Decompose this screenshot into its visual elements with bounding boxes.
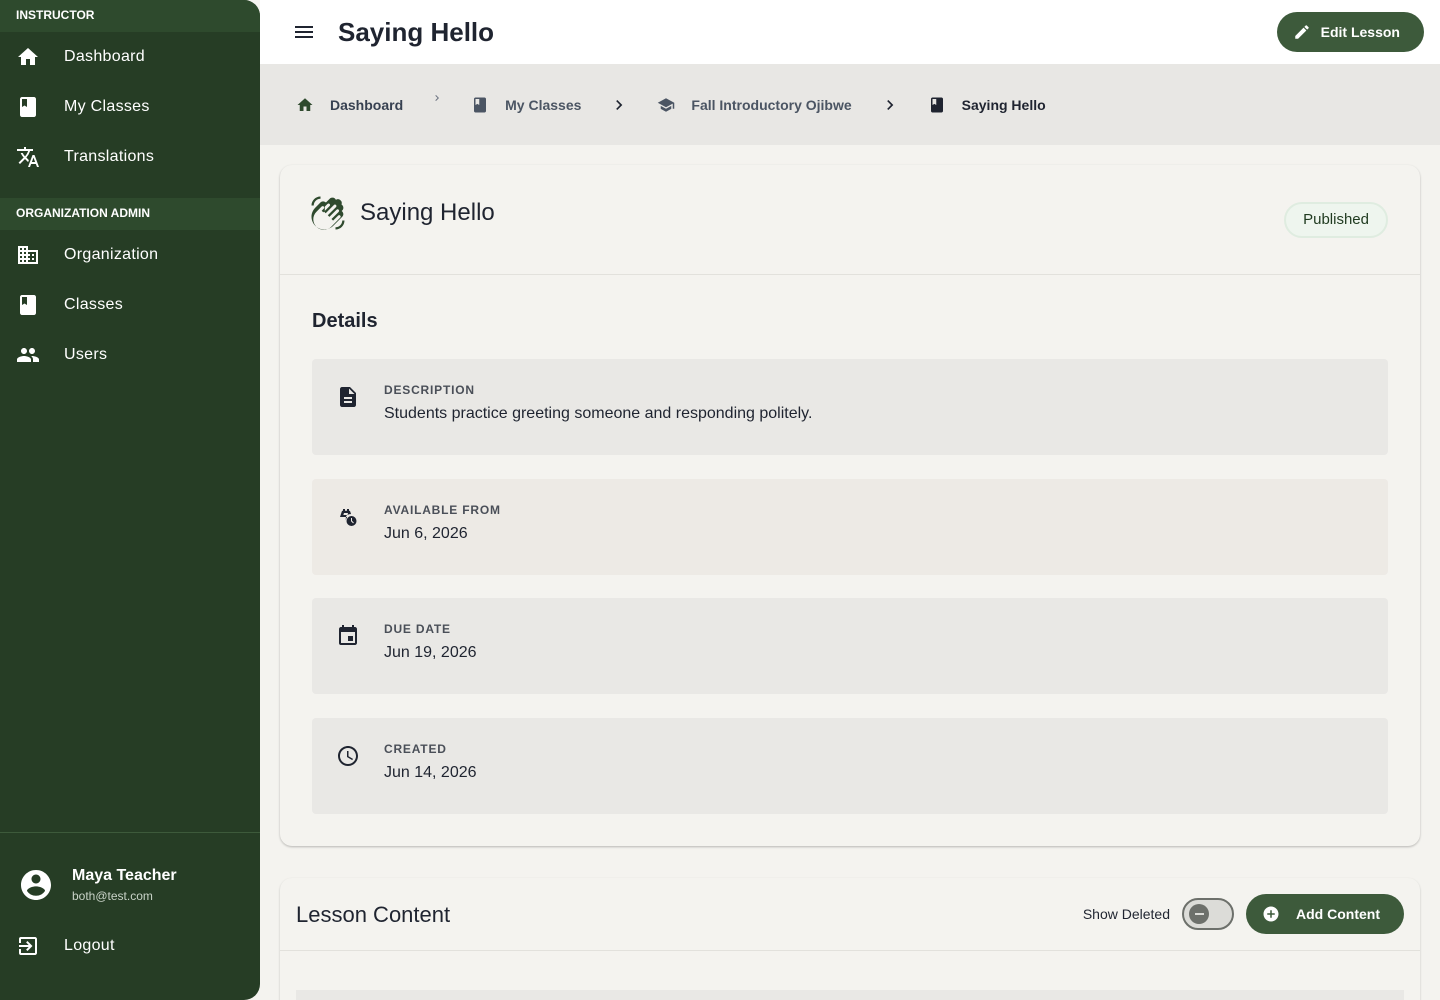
top-bar: Saying Hello Edit Lesson	[260, 0, 1440, 64]
translate-icon	[16, 145, 40, 169]
breadcrumb: Dashboard My Classes Fall Introductory O…	[260, 64, 1440, 145]
section-header-instructor: INSTRUCTOR	[0, 0, 260, 32]
detail-value: Jun 19, 2026	[384, 644, 477, 661]
breadcrumb-label: Dashboard	[330, 96, 404, 113]
lesson-card-header: Saying Hello Published	[280, 165, 1420, 275]
schedule-bag-icon	[336, 505, 360, 529]
book-icon	[16, 293, 40, 317]
detail-value: Jun 14, 2026	[384, 764, 477, 781]
edit-lesson-button[interactable]: Edit Lesson	[1276, 12, 1424, 52]
lesson-content-header: Lesson Content Show Deleted Add Content	[280, 878, 1420, 951]
lesson-title: Saying Hello	[360, 199, 495, 226]
lesson-content-list	[296, 990, 1404, 1000]
details-heading: Details	[312, 310, 378, 332]
book-icon	[928, 96, 946, 114]
breadcrumb-my-classes[interactable]: My Classes	[471, 96, 581, 114]
sidebar-item-my-classes[interactable]: My Classes	[0, 82, 260, 132]
lesson-content-title: Lesson Content	[296, 902, 451, 927]
detail-label: AVAILABLE FROM	[384, 503, 501, 517]
add-content-label: Add Content	[1296, 906, 1380, 922]
book-icon	[16, 95, 40, 119]
user-name: Maya Teacher	[72, 867, 177, 884]
logout-button[interactable]: Logout	[0, 921, 260, 971]
logout-label: Logout	[64, 937, 115, 954]
sidebar-item-label: Classes	[64, 296, 124, 313]
waving-hand-icon	[310, 195, 346, 236]
add-circle-icon	[1262, 905, 1280, 923]
detail-label: DESCRIPTION	[384, 383, 475, 397]
sidebar-footer: Maya Teacher both@test.com Logout	[0, 832, 260, 1000]
sidebar: INSTRUCTOR Dashboard My Classes Translat…	[0, 0, 260, 1000]
detail-value: Students practice greeting someone and r…	[384, 405, 813, 422]
show-deleted-toggle[interactable]	[1182, 898, 1234, 930]
sidebar-item-translations[interactable]: Translations	[0, 132, 260, 182]
sidebar-item-label: Users	[64, 346, 108, 363]
sidebar-item-dashboard[interactable]: Dashboard	[0, 32, 260, 82]
user-profile[interactable]: Maya Teacher both@test.com	[0, 833, 260, 903]
home-icon	[296, 96, 314, 114]
breadcrumb-current: Saying Hello	[928, 96, 1046, 114]
user-email: both@test.com	[72, 889, 153, 903]
school-icon	[657, 96, 675, 114]
detail-created: CREATED Jun 14, 2026	[312, 718, 1388, 814]
add-content-button[interactable]: Add Content	[1246, 894, 1404, 934]
account-circle-icon	[18, 867, 54, 903]
chevron-right-icon	[431, 92, 443, 104]
building-icon	[16, 243, 40, 267]
lesson-card: Saying Hello Published Details DESCRIPTI…	[280, 165, 1420, 846]
breadcrumb-dashboard[interactable]: Dashboard	[296, 96, 403, 114]
sidebar-item-label: Translations	[64, 148, 155, 165]
detail-description: DESCRIPTION Students practice greeting s…	[312, 359, 1388, 455]
breadcrumb-class[interactable]: Fall Introductory Ojibwe	[657, 96, 852, 114]
show-deleted-label: Show Deleted	[1082, 906, 1170, 922]
edit-lesson-label: Edit Lesson	[1320, 24, 1400, 40]
chevron-right-icon	[880, 95, 900, 115]
sidebar-item-label: My Classes	[64, 98, 150, 115]
book-icon	[471, 96, 489, 114]
menu-icon[interactable]	[292, 20, 316, 44]
detail-due-date: DUE DATE Jun 19, 2026	[312, 598, 1388, 694]
clock-icon	[336, 744, 360, 768]
sidebar-item-organization[interactable]: Organization	[0, 230, 260, 280]
section-header-organization-admin: ORGANIZATION ADMIN	[0, 198, 260, 230]
breadcrumb-label: Fall Introductory Ojibwe	[691, 96, 852, 113]
sidebar-item-label: Organization	[64, 246, 159, 263]
home-icon	[16, 45, 40, 69]
page-title: Saying Hello	[338, 16, 495, 47]
detail-available-from: AVAILABLE FROM Jun 6, 2026	[312, 479, 1388, 575]
calendar-icon	[336, 624, 360, 648]
pencil-icon	[1293, 23, 1311, 41]
detail-label: CREATED	[384, 742, 447, 756]
people-icon	[16, 343, 40, 367]
sidebar-item-users[interactable]: Users	[0, 330, 260, 380]
breadcrumb-label: Saying Hello	[961, 96, 1046, 113]
sidebar-item-label: Dashboard	[64, 48, 145, 65]
breadcrumb-label: My Classes	[505, 96, 582, 113]
logout-icon	[16, 934, 40, 958]
sidebar-item-classes[interactable]: Classes	[0, 280, 260, 330]
detail-value: Jun 6, 2026	[384, 525, 468, 542]
document-icon	[336, 385, 360, 409]
detail-label: DUE DATE	[384, 622, 451, 636]
toggle-knob	[1189, 904, 1209, 924]
chevron-right-icon	[609, 95, 629, 115]
lesson-content-card: Lesson Content Show Deleted Add Content	[280, 878, 1420, 1000]
status-badge: Published	[1284, 202, 1388, 238]
